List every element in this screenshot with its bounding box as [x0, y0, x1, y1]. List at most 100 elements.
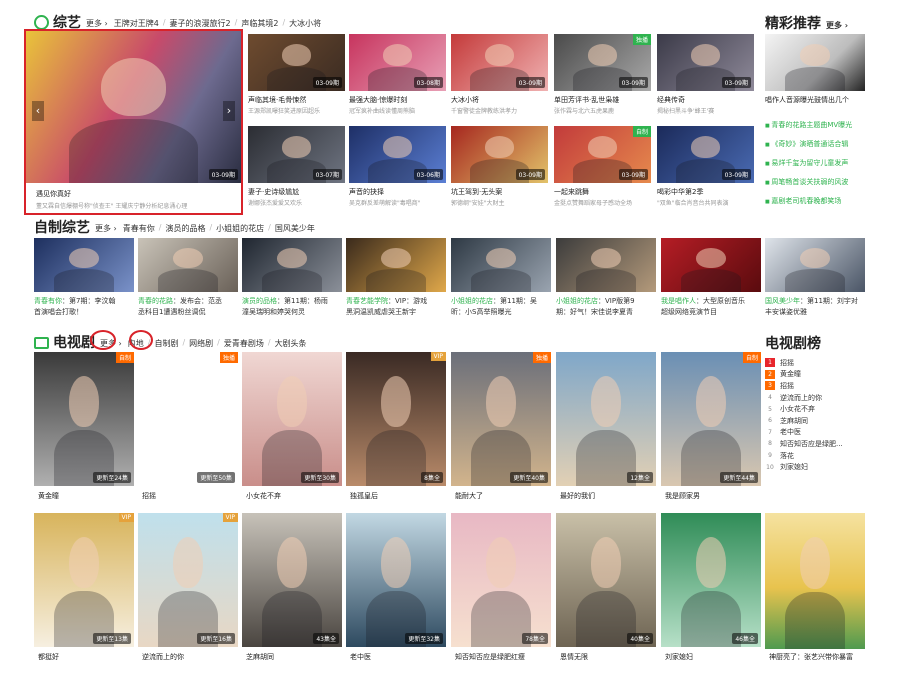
variety-card-thumbnail[interactable]: 03-07期 — [248, 126, 345, 183]
selfmade-card-caption[interactable]: 青春有你：第7期：李汶翰 — [34, 296, 134, 306]
tv-poster-title[interactable]: 能耐大了 — [455, 491, 551, 501]
selfmade-card-thumbnail[interactable] — [661, 238, 761, 292]
tvrank-item[interactable]: 2 黄金瞳 — [765, 369, 843, 381]
tv-poster[interactable]: 43集全 — [242, 513, 342, 647]
tv-poster[interactable]: 46集全 — [661, 513, 761, 647]
variety-card-title[interactable]: 妻子·史诗级尴尬 — [248, 187, 345, 197]
recommend-item[interactable]: 周笔畅首谈关扶弱的风波 — [765, 177, 848, 187]
variety-feature-carousel[interactable]: 03-09期 ‹ › 遇见你真好 董又霖自信爆棚号称"侦查王" 王耀庆宁静分析纪… — [24, 29, 243, 215]
tvrank-item[interactable]: 7 老中医 — [765, 427, 843, 439]
tv-poster-title[interactable]: 知否知否应是绿肥红瘦 — [455, 652, 551, 662]
variety-card-title[interactable]: 最强大脑·惊爆时刻 — [349, 95, 446, 105]
recommend-feature-title[interactable]: 唱作人音源曝光鼓情出几个 — [765, 95, 865, 105]
variety-card-thumbnail[interactable]: 03-09期 — [657, 34, 754, 91]
recommend-item[interactable]: 嘉剧老司机春晚都笑场 — [765, 196, 841, 206]
tv-poster-title[interactable]: 我是顾家男 — [665, 491, 761, 501]
variety-card-thumbnail[interactable]: 03-09期 — [451, 34, 548, 91]
selfmade-tag[interactable]: 青春有你 — [123, 223, 155, 234]
tv-tag[interactable]: 网络剧 — [189, 338, 213, 349]
carousel-next-icon[interactable]: › — [223, 101, 235, 121]
recommend-feature-thumbnail[interactable] — [765, 34, 865, 91]
selfmade-tag[interactable]: 小姐姐的花店 — [216, 223, 264, 234]
tv-poster[interactable]: 12集全 — [556, 352, 656, 486]
tv-tag[interactable]: 爱青春剧场 — [224, 338, 264, 349]
recommend-more-link[interactable]: 更多 — [826, 20, 848, 31]
selfmade-card-caption[interactable]: 青春的花路：发布会：范丞 — [138, 296, 238, 306]
tvrank-item[interactable]: 6 芝麻胡同 — [765, 415, 843, 427]
variety-tag[interactable]: 王牌对王牌4 — [114, 18, 159, 29]
tv-poster[interactable]: 更新至16集 VIP — [138, 513, 238, 647]
selfmade-card-thumbnail[interactable] — [346, 238, 446, 292]
variety-card-thumbnail[interactable]: 03-09期 — [451, 126, 548, 183]
variety-more-link[interactable]: 更多 — [86, 18, 108, 29]
recommend-item[interactable]: 《奇妙》演晒普通话合辑 — [765, 139, 848, 149]
tv-poster-title[interactable]: 最好的我们 — [560, 491, 656, 501]
tv-poster[interactable]: 40集全 — [556, 513, 656, 647]
tvrank-item[interactable]: 4 逆流而上的你 — [765, 392, 843, 404]
variety-card-title[interactable]: 一起来跳舞 — [554, 187, 651, 197]
selfmade-card-caption[interactable]: 国风美少年：第11期：刘宇对 — [765, 296, 865, 306]
selfmade-card-thumbnail[interactable] — [242, 238, 342, 292]
variety-card-thumbnail[interactable]: 03-08期 — [349, 34, 446, 91]
variety-card-thumbnail[interactable]: 03-09期 独播 — [554, 34, 651, 91]
carousel-prev-icon[interactable]: ‹ — [32, 101, 44, 121]
tvrank-item[interactable]: 1 招摇 — [765, 357, 843, 369]
tvrank-item[interactable]: 8 知否知否应是绿肥... — [765, 438, 843, 450]
variety-card-title[interactable]: 大冰小将 — [451, 95, 548, 105]
selfmade-tag[interactable]: 演员的品格 — [165, 223, 205, 234]
variety-tag[interactable]: 声临其境2 — [241, 18, 278, 29]
variety-card-title[interactable]: 声音的抉择 — [349, 187, 446, 197]
tv-poster[interactable]: 更新至50集 独播 — [138, 352, 238, 486]
variety-card-title[interactable]: 坑王驾到·无头案 — [451, 187, 548, 197]
variety-card-thumbnail[interactable]: 03-06期 — [349, 126, 446, 183]
tv-poster-title[interactable]: 老中医 — [350, 652, 446, 662]
recommend-item[interactable]: 易烊千玺为留守儿童发声 — [765, 158, 848, 168]
selfmade-card-thumbnail[interactable] — [34, 238, 134, 292]
tv-poster[interactable]: 更新至40集 独播 — [451, 352, 551, 486]
tv-poster[interactable]: 8集全 VIP — [346, 352, 446, 486]
tv-poster[interactable]: 更新至30集 — [242, 352, 342, 486]
tv-poster-title[interactable]: 神厨亮了：张艺兴带你暴富 — [769, 652, 865, 662]
tvrank-item[interactable]: 5 小女花不弃 — [765, 403, 843, 415]
tv-poster-title[interactable]: 黄金瞳 — [38, 491, 134, 501]
tv-poster-title[interactable]: 恩情无限 — [560, 652, 656, 662]
variety-card-title[interactable]: 喝彩中华第2季 — [657, 187, 754, 197]
tv-poster-title[interactable]: 逆流而上的你 — [142, 652, 238, 662]
variety-card-thumbnail[interactable]: 03-09期 自制 — [554, 126, 651, 183]
selfmade-card-thumbnail[interactable] — [556, 238, 656, 292]
tvrank-item[interactable]: 9 落花 — [765, 450, 843, 462]
tv-poster[interactable]: 78集全 — [451, 513, 551, 647]
variety-card-title[interactable]: 经典传奇 — [657, 95, 754, 105]
tv-poster-title[interactable]: 独孤皇后 — [350, 491, 446, 501]
variety-card-title[interactable]: 单田芳评书·乱世枭雄 — [554, 95, 651, 105]
tv-poster-title[interactable]: 小女花不弃 — [246, 491, 342, 501]
variety-tag[interactable]: 大冰小将 — [289, 18, 321, 29]
feature-thumbnail[interactable]: 03-09期 — [26, 31, 241, 183]
tv-tag[interactable]: 大剧头条 — [275, 338, 307, 349]
selfmade-card-caption[interactable]: 青春艺能学院：VIP：游戏 — [346, 296, 446, 306]
tv-poster[interactable]: 更新至24集 自制 — [34, 352, 134, 486]
tv-tag[interactable]: 自制剧 — [154, 338, 178, 349]
tvrank-item[interactable]: 10 刘家媳妇 — [765, 461, 843, 473]
tv-poster[interactable]: 更新至44集 自制 — [661, 352, 761, 486]
selfmade-tag[interactable]: 国风美少年 — [275, 223, 315, 234]
selfmade-card-caption[interactable]: 小姐姐的花店：第11期：吴 — [451, 296, 551, 306]
selfmade-card-thumbnail[interactable] — [138, 238, 238, 292]
selfmade-card-caption[interactable]: 演员的品格：第11期：杨雨 — [242, 296, 342, 306]
variety-card-thumbnail[interactable]: 03-09期 — [657, 126, 754, 183]
tv-poster-title[interactable]: 都挺好 — [38, 652, 134, 662]
tv-poster[interactable]: 更新至13集 VIP — [34, 513, 134, 647]
selfmade-card-thumbnail[interactable] — [451, 238, 551, 292]
tv-poster-title[interactable]: 招摇 — [142, 491, 238, 501]
recommend-item[interactable]: 青春的花路主题曲MV曝光 — [765, 120, 852, 130]
feature-title[interactable]: 遇见你真好 — [36, 189, 236, 199]
variety-card-thumbnail[interactable]: 03-09期 — [248, 34, 345, 91]
tvrank-item[interactable]: 3 招摇 — [765, 380, 843, 392]
selfmade-card-caption[interactable]: 我是唱作人：大型原创音乐 — [661, 296, 761, 306]
selfmade-more-link[interactable]: 更多 — [95, 223, 117, 234]
tv-poster-title[interactable]: 芝麻胡同 — [246, 652, 342, 662]
tvrank-ad-thumbnail[interactable] — [765, 513, 865, 649]
tv-poster[interactable]: 更新至32集 — [346, 513, 446, 647]
tv-poster-title[interactable]: 刘家媳妇 — [665, 652, 761, 662]
variety-card-title[interactable]: 声临其境·毛骨悚然 — [248, 95, 345, 105]
